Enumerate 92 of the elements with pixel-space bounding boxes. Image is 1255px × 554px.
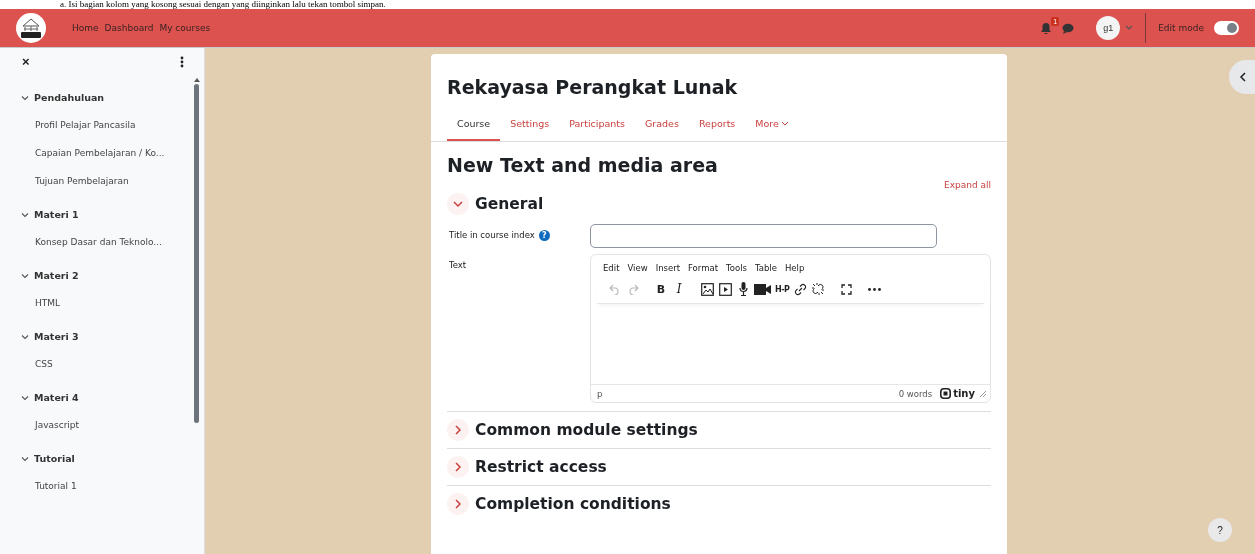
nav-tab[interactable]: Participants [559, 110, 635, 141]
link-icon [793, 282, 807, 296]
menu-item[interactable]: Format [684, 261, 722, 275]
user-avatar: g1 [1096, 16, 1121, 40]
section-header[interactable]: Tutorial [21, 445, 75, 472]
activity-link[interactable]: Javascript [21, 411, 80, 439]
nav-link[interactable]: Dashboard [104, 23, 154, 33]
caret-icon [1125, 25, 1134, 31]
activity-link[interactable]: HTML [21, 289, 61, 317]
edit-mode-switch[interactable] [1214, 21, 1239, 35]
document-caption: a. Isi bagian kolom yang kosong sesuai dengan yang diinginkan lalu tekan tombol simpan. [59, 0, 387, 9]
fullscreen-icon [840, 283, 852, 295]
nav-tab[interactable]: More [745, 110, 799, 141]
section-title: Materi 2 [34, 270, 79, 281]
section-header[interactable]: Materi 2 [21, 262, 79, 289]
toolbar-button[interactable]: I [671, 279, 687, 299]
menu-item[interactable]: Insert [651, 261, 685, 275]
activity-link[interactable]: CSS [21, 350, 53, 378]
section-header[interactable]: Materi 3 [21, 323, 79, 350]
nav-tab[interactable]: Settings [500, 110, 560, 141]
section-header[interactable]: Materi 1 [21, 201, 79, 228]
collapse-toggle[interactable] [447, 493, 469, 515]
menu-item[interactable]: Table [750, 261, 781, 275]
chevron-icon [21, 271, 29, 280]
nav-tab[interactable]: Grades [634, 110, 689, 141]
media-icon [718, 282, 732, 296]
help-icon[interactable]: ? [538, 230, 550, 241]
section-heading: General [475, 195, 544, 213]
nav-tab[interactable]: Course [447, 110, 501, 141]
section-title: Tutorial [34, 453, 75, 464]
page-heading: New Text and media area [447, 153, 719, 178]
field-label: Title in course index [449, 230, 535, 240]
menu-item[interactable]: Edit [599, 261, 624, 275]
chevron-icon [453, 199, 463, 209]
chevron-icon [21, 393, 29, 402]
bell-icon [1040, 22, 1053, 34]
chevron-icon [453, 462, 463, 472]
section-heading: Completion conditions [475, 495, 671, 513]
nav-link[interactable]: Home [72, 23, 99, 33]
section-title: Materi 1 [34, 209, 79, 220]
menu-item[interactable]: Help [780, 261, 809, 275]
resize-handle-icon[interactable] [979, 390, 986, 397]
chevron-icon [453, 499, 463, 509]
element-path[interactable]: p [597, 388, 603, 399]
tiny-logo-icon [940, 388, 952, 399]
field-label: Text [449, 260, 467, 270]
word-count[interactable]: 0 words [898, 388, 933, 399]
edit-mode-label: Edit mode [1158, 23, 1204, 33]
undo-icon [609, 283, 621, 295]
course-title: Rekayasa Perangkat Lunak [447, 75, 739, 100]
expand-all-link[interactable]: Expand all [943, 180, 991, 190]
section-heading: Common module settings [475, 421, 698, 439]
school-logo [16, 13, 46, 43]
activity-link[interactable]: Profil Pelajar Pancasila [21, 111, 136, 139]
chevron-icon [21, 210, 29, 219]
section-header[interactable]: Materi 4 [21, 384, 79, 411]
section-title: Pendahuluan [34, 92, 105, 103]
user-menu-button[interactable]: g1 [1096, 16, 1134, 40]
section-header[interactable]: Pendahuluan [21, 84, 105, 111]
nav-link[interactable]: My courses [159, 23, 211, 33]
unlink-icon [811, 282, 826, 296]
microphone-icon [738, 282, 748, 296]
collapse-toggle[interactable] [447, 456, 469, 478]
video-camera-icon [754, 283, 771, 295]
chevron-icon [453, 425, 463, 435]
toolbar-button[interactable]: B [653, 279, 669, 299]
more-icon [867, 287, 881, 291]
chevron-left-icon [1239, 72, 1247, 82]
chevron-icon [21, 454, 29, 463]
help-button[interactable]: ? [1208, 518, 1232, 542]
nav-tab[interactable]: Reports [688, 110, 746, 141]
menu-item[interactable]: View [623, 261, 652, 275]
menu-item[interactable]: Tools [722, 261, 751, 275]
text-input-field[interactable] [590, 224, 937, 248]
activity-link[interactable]: Konsep Dasar dan Teknolo... [21, 228, 162, 256]
section-title: Materi 4 [34, 392, 79, 403]
section-title: Materi 3 [34, 331, 79, 342]
speech-bubble-icon [1062, 22, 1075, 34]
activity-link[interactable]: Capaian Pembelajaran / Ko... [21, 139, 165, 167]
image-icon [700, 282, 714, 296]
tiny-logo[interactable]: tiny [940, 388, 975, 399]
collapse-toggle[interactable] [447, 419, 469, 441]
activity-link[interactable]: Tujuan Pembelajaran [21, 167, 129, 195]
chevron-icon [21, 332, 29, 341]
collapse-toggle[interactable] [447, 193, 469, 215]
chevron-icon [21, 93, 29, 102]
redo-icon [627, 283, 639, 295]
activity-link[interactable]: Tutorial 1 [21, 472, 77, 500]
section-heading: Restrict access [475, 458, 607, 476]
kebab-menu-icon[interactable] [180, 55, 184, 68]
toolbar-button[interactable]: H-P [774, 279, 791, 299]
close-button[interactable]: × [22, 55, 30, 68]
